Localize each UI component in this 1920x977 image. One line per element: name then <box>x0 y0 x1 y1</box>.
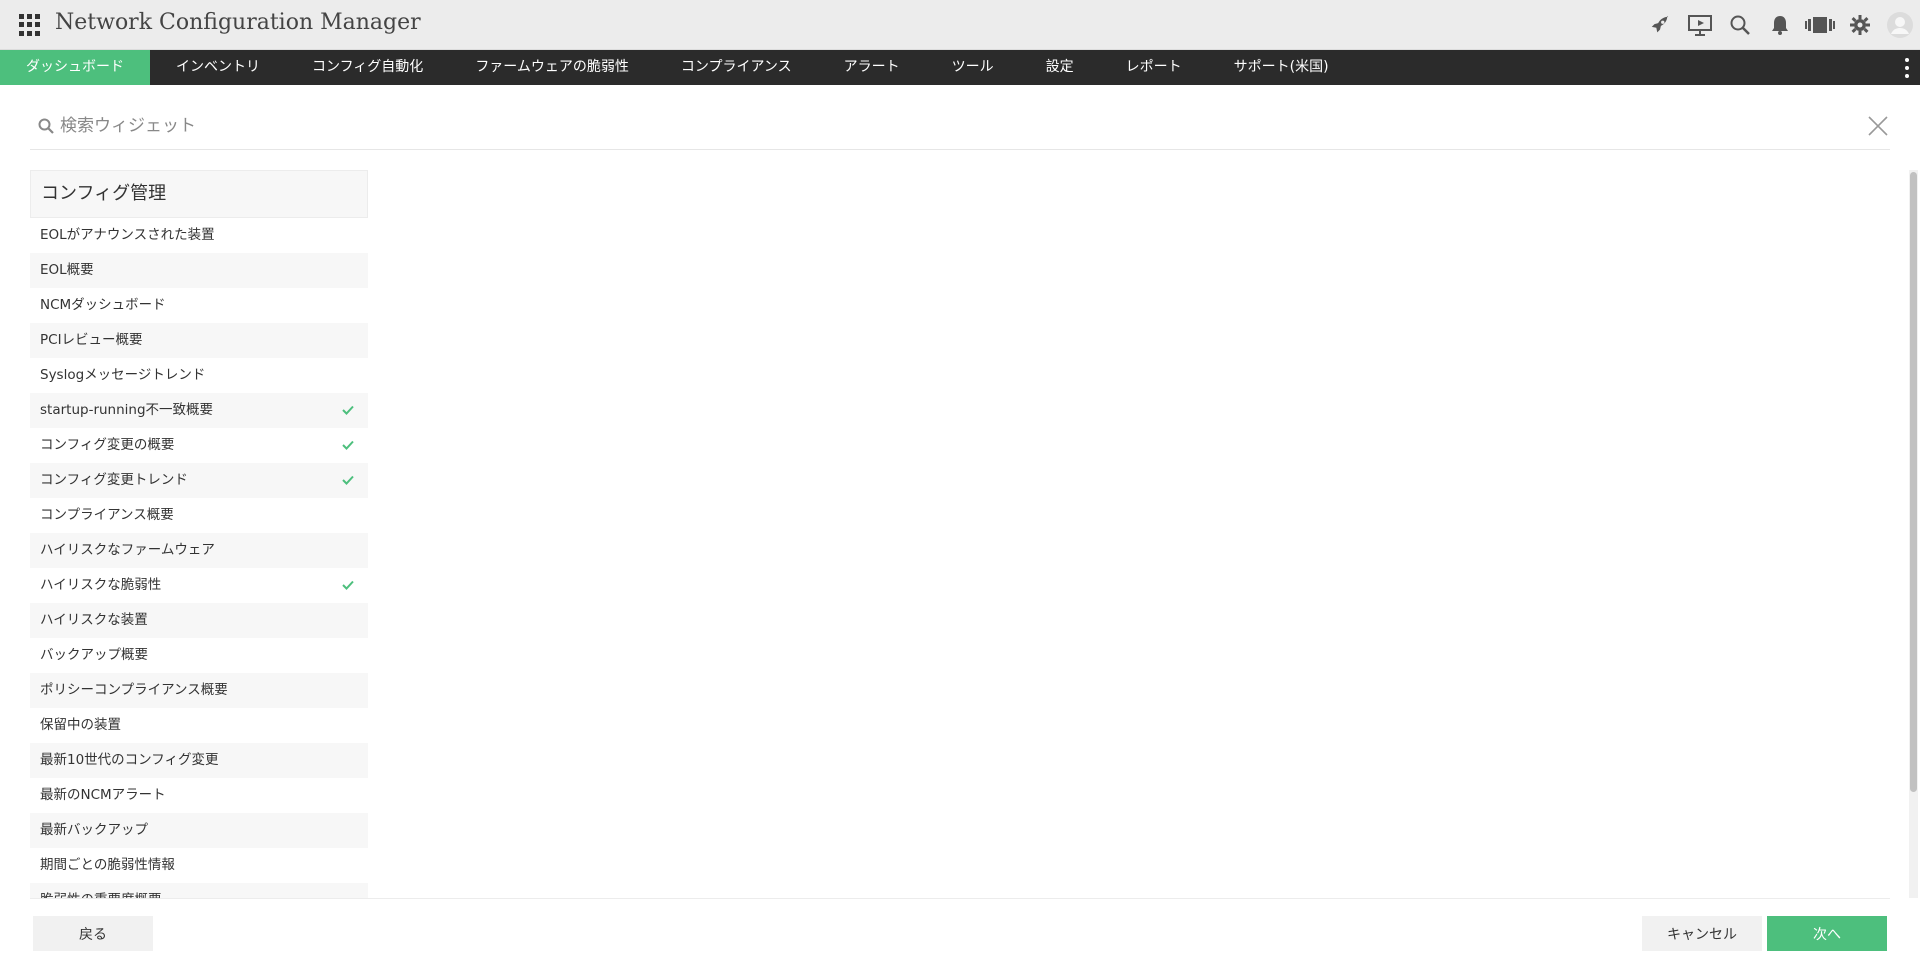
back-button[interactable]: 戻る <box>33 916 153 951</box>
widget-list-item[interactable]: ハイリスクな装置 <box>30 603 368 638</box>
widget-item-label: 最新バックアップ <box>40 822 148 838</box>
nav-tab-alerts[interactable]: アラート <box>818 50 926 85</box>
app-title: Network Configuration Manager <box>55 10 421 35</box>
nav-tab-firmware-vulnerability[interactable]: ファームウェアの脆弱性 <box>449 50 655 85</box>
widget-search-bar <box>30 108 1890 150</box>
widget-list-item[interactable]: 最新バックアップ <box>30 813 368 848</box>
widget-list-item[interactable]: Syslogメッセージトレンド <box>30 358 368 393</box>
check-icon <box>342 405 354 415</box>
widget-item-label: ハイリスクなファームウェア <box>40 542 215 558</box>
close-icon[interactable] <box>1866 114 1890 138</box>
check-icon <box>342 475 354 485</box>
next-button[interactable]: 次へ <box>1767 916 1887 951</box>
check-icon <box>342 440 354 450</box>
widget-item-label: ハイリスクな装置 <box>40 612 148 628</box>
bell-icon[interactable] <box>1760 0 1800 50</box>
widget-list-item[interactable]: ハイリスクなファームウェア <box>30 533 368 568</box>
cancel-button[interactable]: キャンセル <box>1642 916 1762 951</box>
widget-item-label: Syslogメッセージトレンド <box>40 367 206 383</box>
widget-list-item[interactable]: ハイリスクな脆弱性 <box>30 568 368 603</box>
carousel-icon[interactable] <box>1800 0 1840 50</box>
nav-tab-dashboard[interactable]: ダッシュボード <box>0 50 150 85</box>
presentation-icon[interactable] <box>1680 0 1720 50</box>
widget-item-label: コンプライアンス概要 <box>40 507 174 523</box>
widget-list-item[interactable]: コンフィグ変更の概要 <box>30 428 368 463</box>
widget-list-item[interactable]: NCMダッシュボード <box>30 288 368 323</box>
search-icon <box>38 118 54 134</box>
widget-list-item[interactable]: バックアップ概要 <box>30 638 368 673</box>
main-navbar: ダッシュボード インベントリ コンフィグ自動化 ファームウェアの脆弱性 コンプラ… <box>0 50 1920 85</box>
widget-item-label: PCIレビュー概要 <box>40 332 143 348</box>
widget-list-item[interactable]: 期間ごとの脆弱性情報 <box>30 848 368 883</box>
widget-item-label: EOL概要 <box>40 262 94 278</box>
header-toolbar <box>1640 0 1920 50</box>
widget-item-label: 期間ごとの脆弱性情報 <box>40 857 175 873</box>
widget-list: EOLがアナウンスされた装置 EOL概要 NCMダッシュボード PCIレビュー概要 Sy… <box>30 218 368 898</box>
widget-item-label: startup-running不一致概要 <box>40 402 214 418</box>
category-header: コンフィグ管理 <box>30 170 368 218</box>
widget-item-label: 最新のNCMアラート <box>40 787 166 803</box>
vertical-scrollbar[interactable] <box>1909 170 1918 898</box>
widget-item-label: コンフィグ変更トレンド <box>40 472 188 488</box>
widget-list-panel: コンフィグ管理 EOLがアナウンスされた装置 EOL概要 NCMダッシュボード PCI… <box>30 170 368 898</box>
rocket-icon[interactable] <box>1640 0 1680 50</box>
widget-item-label: EOLがアナウンスされた装置 <box>40 227 215 243</box>
nav-tab-reports[interactable]: レポート <box>1100 50 1208 85</box>
widget-list-item[interactable]: ポリシーコンプライアンス概要 <box>30 673 368 708</box>
widget-item-label: ハイリスクな脆弱性 <box>40 577 162 593</box>
widget-list-item[interactable]: 保留中の装置 <box>30 708 368 743</box>
widget-list-item[interactable]: 最新10世代のコンフィグ変更 <box>30 743 368 778</box>
nav-tab-settings[interactable]: 設定 <box>1020 50 1100 85</box>
widget-list-item[interactable]: EOLがアナウンスされた装置 <box>30 218 368 253</box>
widget-list-item[interactable]: PCIレビュー概要 <box>30 323 368 358</box>
nav-tab-support[interactable]: サポート(米国) <box>1208 50 1355 85</box>
search-icon[interactable] <box>1720 0 1760 50</box>
widget-list-item[interactable]: 脆弱性の重要度概要 <box>30 883 368 898</box>
nav-tab-inventory[interactable]: インベントリ <box>150 50 286 85</box>
user-avatar-icon[interactable] <box>1880 0 1920 50</box>
widget-item-label: NCMダッシュボード <box>40 297 166 313</box>
app-header: Network Configuration Manager <box>0 0 1920 50</box>
gear-icon[interactable] <box>1840 0 1880 50</box>
widget-list-item[interactable]: コンフィグ変更トレンド <box>30 463 368 498</box>
widget-list-item[interactable]: EOL概要 <box>30 253 368 288</box>
widget-list-item[interactable]: 最新のNCMアラート <box>30 778 368 813</box>
more-vertical-icon[interactable] <box>1904 58 1910 78</box>
scrollbar-thumb[interactable] <box>1910 172 1917 792</box>
nav-tab-compliance[interactable]: コンプライアンス <box>655 50 818 85</box>
widget-list-item[interactable]: コンプライアンス概要 <box>30 498 368 533</box>
widget-list-item[interactable]: startup-running不一致概要 <box>30 393 368 428</box>
widget-item-label: コンフィグ変更の概要 <box>40 437 175 453</box>
nav-tab-tools[interactable]: ツール <box>926 50 1020 85</box>
check-icon <box>342 580 354 590</box>
widget-item-label: 最新10世代のコンフィグ変更 <box>40 752 219 768</box>
apps-grid-icon[interactable] <box>19 14 41 36</box>
widget-item-label: 保留中の装置 <box>40 717 121 733</box>
widget-item-label: バックアップ概要 <box>40 647 148 663</box>
widget-item-label: ポリシーコンプライアンス概要 <box>40 682 228 698</box>
widget-search-input[interactable] <box>60 112 1760 140</box>
wizard-footer: 戻る キャンセル 次へ <box>30 898 1890 977</box>
nav-tab-config-automation[interactable]: コンフィグ自動化 <box>286 50 449 85</box>
